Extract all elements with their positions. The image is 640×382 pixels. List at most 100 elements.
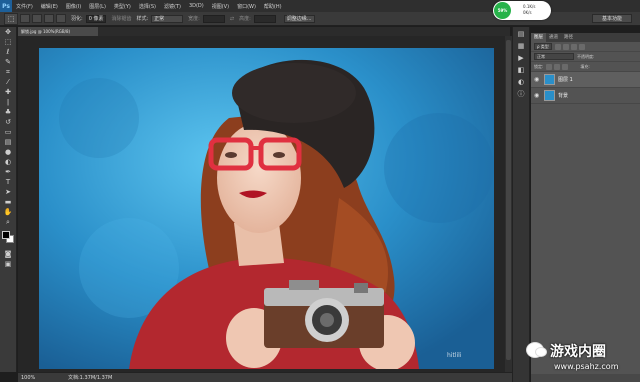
new-selection-button[interactable] bbox=[20, 14, 30, 23]
zoom-icon[interactable]: ⌕ bbox=[2, 218, 14, 227]
menu-help[interactable]: 帮助(H) bbox=[260, 3, 286, 10]
menu-window[interactable]: 窗口(W) bbox=[233, 3, 260, 10]
widget-speeds: 0.1K/s 0K/s bbox=[523, 4, 535, 16]
actions-panel-icon[interactable]: ▶ bbox=[516, 54, 526, 63]
path-select-icon[interactable]: ➤ bbox=[2, 188, 14, 197]
watermark-title: 游戏内圈 bbox=[550, 344, 606, 360]
status-bar: 100% 文档:1.37M/1.37M bbox=[18, 372, 512, 382]
menu-3d[interactable]: 3D(D) bbox=[185, 3, 208, 9]
info-panel-icon[interactable]: ⓘ bbox=[516, 90, 526, 99]
eye-icon[interactable]: ◉ bbox=[534, 92, 541, 99]
menu-image[interactable]: 图像(I) bbox=[62, 3, 85, 10]
layer-kind-filter[interactable]: ρ 类型 bbox=[534, 43, 552, 50]
style-label: 样式: bbox=[136, 16, 149, 22]
quick-select-icon[interactable]: ✎ bbox=[2, 58, 14, 67]
workspace-select[interactable]: 基本功能 bbox=[592, 14, 632, 23]
adjustment-filter-icon[interactable] bbox=[562, 43, 569, 50]
menu-edit[interactable]: 编辑(E) bbox=[37, 3, 62, 10]
opacity-label: 不透明度: bbox=[577, 53, 595, 59]
photoshop-logo: Ps bbox=[0, 0, 12, 12]
history-panel-icon[interactable]: ▤ bbox=[516, 30, 526, 39]
zoom-level[interactable]: 100% bbox=[18, 375, 48, 381]
lock-position-icon[interactable] bbox=[554, 63, 561, 70]
portrait-image bbox=[39, 48, 494, 369]
healing-brush-icon[interactable]: ✚ bbox=[2, 88, 14, 97]
intersect-selection-button[interactable] bbox=[56, 14, 66, 23]
document-tab[interactable]: 解锁.jpg @ 100%(RGB/8) bbox=[18, 27, 98, 36]
history-brush-icon[interactable]: ↺ bbox=[2, 118, 14, 127]
hand-icon[interactable]: ✋ bbox=[2, 208, 14, 217]
marquee-tool-preset[interactable]: ⬚ bbox=[4, 12, 18, 25]
menu-layer[interactable]: 图层(L) bbox=[85, 3, 110, 10]
blur-icon[interactable]: ● bbox=[2, 148, 14, 157]
panel-dock: ▤ ▦ ▶ ◧ ◐ ⓘ bbox=[512, 27, 530, 382]
type-icon[interactable]: T bbox=[2, 178, 14, 187]
tab-channels[interactable]: 通道 bbox=[546, 33, 561, 42]
menu-filter[interactable]: 滤镜(T) bbox=[160, 3, 185, 10]
feather-input[interactable]: 0 像素 bbox=[85, 14, 107, 23]
menu-view[interactable]: 视图(V) bbox=[208, 3, 233, 10]
lasso-icon[interactable]: ℓ bbox=[2, 48, 14, 57]
lock-pixels-icon[interactable] bbox=[546, 63, 553, 70]
lock-all-icon[interactable] bbox=[562, 63, 569, 70]
color-panel-icon[interactable]: ◧ bbox=[516, 66, 526, 75]
pen-icon[interactable]: ✒ bbox=[2, 168, 14, 177]
canvas-photo[interactable] bbox=[39, 48, 494, 369]
move-icon[interactable]: ✥ bbox=[2, 28, 14, 37]
add-selection-button[interactable] bbox=[32, 14, 42, 23]
pixel-filter-icon[interactable] bbox=[554, 43, 561, 50]
toolbox: ✥ ⬚ ℓ ✎ ⌗ ⁄ ✚ ǀ ♣ ↺ ▭ ▤ ● ◐ ✒ T ➤ ▬ ✋ ⌕ … bbox=[0, 27, 17, 372]
fill-label: 填充: bbox=[580, 63, 590, 69]
scrollbar-thumb[interactable] bbox=[506, 40, 511, 360]
feather-label: 羽化: bbox=[71, 16, 83, 22]
tab-layers[interactable]: 图层 bbox=[531, 33, 546, 42]
layer-row[interactable]: ◉ 图层 1 bbox=[531, 72, 640, 88]
style-select[interactable]: 正常 bbox=[151, 14, 184, 23]
quick-mask-icon[interactable]: ◙ bbox=[2, 250, 14, 259]
vertical-scrollbar[interactable] bbox=[505, 36, 512, 372]
antialias-checkbox[interactable]: 消除锯齿 bbox=[111, 15, 131, 22]
subtract-selection-button[interactable] bbox=[44, 14, 54, 23]
document-info[interactable]: 文档:1.37M/1.37M bbox=[48, 374, 112, 381]
download-speed: 0K/s bbox=[523, 10, 532, 15]
blend-row: 正常 不透明度: bbox=[531, 52, 640, 62]
swap-icon[interactable]: ⇄ bbox=[230, 16, 234, 22]
watermark: 游戏内圈 www.psahz.com bbox=[520, 339, 638, 379]
shape-filter-icon[interactable] bbox=[578, 43, 585, 50]
height-input[interactable] bbox=[253, 14, 276, 23]
layer-name[interactable]: 背景 bbox=[558, 92, 568, 99]
color-swatches[interactable] bbox=[1, 230, 15, 244]
widget-percent: 59% bbox=[494, 2, 511, 19]
foreground-color[interactable] bbox=[2, 231, 10, 239]
menu-file[interactable]: 文件(F) bbox=[12, 3, 37, 10]
adjustments-panel-icon[interactable]: ◐ bbox=[516, 78, 526, 87]
tab-paths[interactable]: 路径 bbox=[561, 33, 576, 42]
clone-stamp-icon[interactable]: ♣ bbox=[2, 108, 14, 117]
eyedropper-icon[interactable]: ⁄ bbox=[2, 78, 14, 87]
properties-panel-icon[interactable]: ▦ bbox=[516, 42, 526, 51]
shape-icon[interactable]: ▬ bbox=[2, 198, 14, 207]
layer-row[interactable]: ◉ 背景 bbox=[531, 88, 640, 104]
brush-icon[interactable]: ǀ bbox=[2, 98, 14, 107]
layer-filter-row: ρ 类型 bbox=[531, 42, 640, 52]
gradient-icon[interactable]: ▤ bbox=[2, 138, 14, 147]
watermark-url: www.psahz.com bbox=[554, 362, 619, 371]
menu-type[interactable]: 类型(Y) bbox=[110, 3, 135, 10]
network-speed-widget[interactable]: 59% 0.1K/s 0K/s bbox=[493, 1, 551, 20]
screen-mode-icon[interactable]: ▣ bbox=[2, 260, 14, 269]
crop-icon[interactable]: ⌗ bbox=[2, 68, 14, 77]
refine-edge-button[interactable]: 调整边缘... bbox=[283, 14, 315, 23]
height-label: 高度: bbox=[239, 16, 251, 22]
eye-icon[interactable]: ◉ bbox=[534, 76, 541, 83]
width-input[interactable] bbox=[202, 14, 225, 23]
layer-thumbnail bbox=[544, 90, 555, 101]
eraser-icon[interactable]: ▭ bbox=[2, 128, 14, 137]
marquee-icon[interactable]: ⬚ bbox=[2, 38, 14, 47]
watermark-handle: hitlili bbox=[447, 352, 462, 359]
layer-name[interactable]: 图层 1 bbox=[558, 76, 573, 83]
type-filter-icon[interactable] bbox=[570, 43, 577, 50]
blend-mode-select[interactable]: 正常 bbox=[534, 53, 574, 60]
menu-select[interactable]: 选择(S) bbox=[135, 3, 160, 10]
dodge-icon[interactable]: ◐ bbox=[2, 158, 14, 167]
lock-row: 锁定: 填充: bbox=[531, 62, 640, 72]
